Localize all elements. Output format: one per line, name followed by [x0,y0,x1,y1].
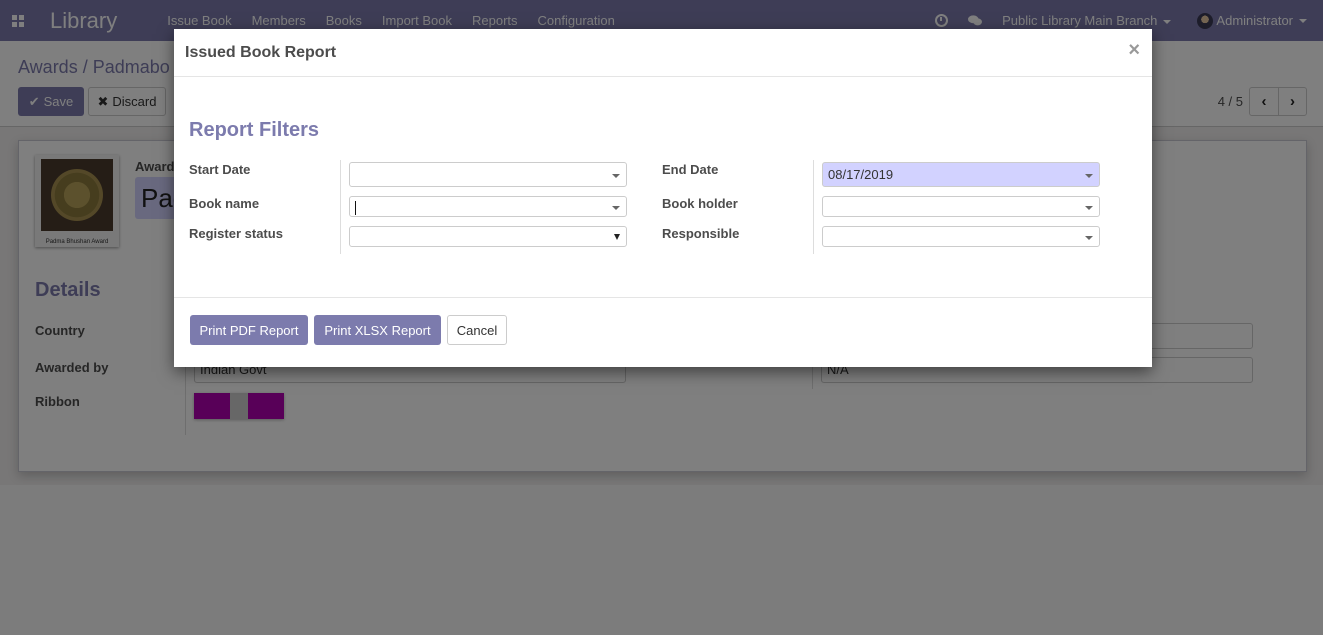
book-name-input[interactable] [349,196,627,217]
modal-title: Issued Book Report [185,44,337,61]
responsible-input[interactable] [822,226,1100,247]
select-arrow-icon [614,233,620,240]
print-pdf-report-button[interactable]: Print PDF Report [190,315,308,345]
modal-body: Report Filters Start Date Book name Regi… [174,77,1152,298]
close-icon[interactable]: × [1128,39,1140,62]
book-holder-label: Book holder [662,196,738,211]
book-name-label: Book name [189,196,260,211]
caret-down-icon [612,173,620,178]
book-holder-input[interactable] [822,196,1100,217]
end-date-value: 08/17/2019 [828,167,894,182]
report-filters-title: Report Filters [189,119,320,141]
end-date-label: End Date [662,162,719,177]
caret-down-icon [1085,205,1093,210]
cancel-button[interactable]: Cancel [447,315,507,345]
register-status-label: Register status [189,226,283,241]
start-date-label: Start Date [189,162,251,177]
modal-footer: Print PDF Report Print XLSX Report Cance… [174,298,1152,366]
caret-down-icon [1085,235,1093,240]
caret-down-icon [1085,173,1093,178]
responsible-label: Responsible [662,226,740,241]
text-cursor [355,201,356,215]
issued-book-report-dialog: Issued Book Report × Report Filters Star… [174,29,1152,367]
end-date-input[interactable]: 08/17/2019 [822,162,1100,187]
print-xlsx-report-button[interactable]: Print XLSX Report [314,315,441,345]
modal-header: Issued Book Report × [174,29,1152,77]
field-divider [813,160,814,254]
caret-down-icon [612,205,620,210]
start-date-input[interactable] [349,162,627,187]
register-status-select[interactable] [349,226,627,247]
field-divider [340,160,341,254]
